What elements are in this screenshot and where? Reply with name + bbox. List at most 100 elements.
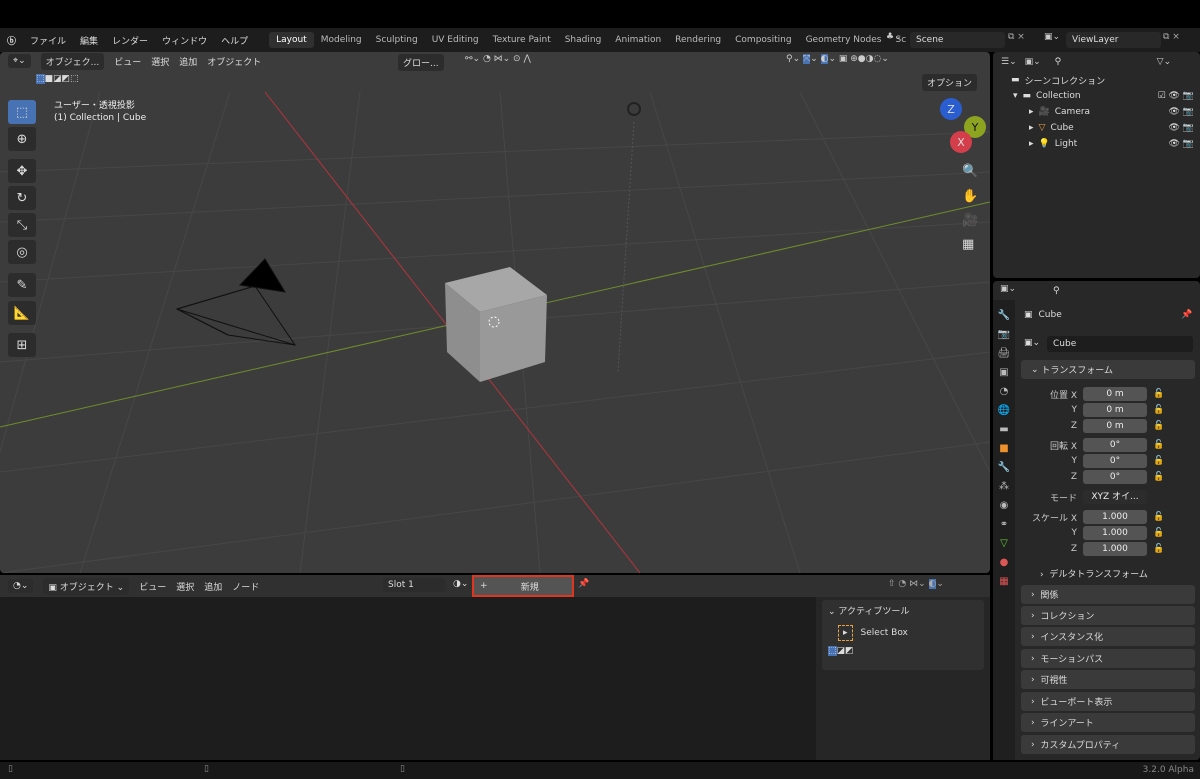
add-cube-tool-icon[interactable]: ⊞ (8, 333, 36, 357)
menu-view[interactable]: ビュー (114, 55, 141, 68)
section-line-art[interactable]: › ラインアート (1021, 713, 1195, 732)
lock-icon[interactable]: 🔓 (1153, 440, 1164, 450)
scene-copy-icon[interactable]: ⧉ × (1008, 32, 1025, 42)
material-tab-icon[interactable]: ● (1000, 557, 1009, 568)
scene-tab-icon[interactable]: ◔ (1000, 386, 1009, 397)
select-mode-icons[interactable]: ⬚■◪◩⬚ (36, 74, 79, 84)
annotate-tool-icon[interactable]: ✎ (8, 273, 36, 297)
scene-icon[interactable]: ♣⌄ (886, 32, 908, 42)
outliner-filter-layer-icon[interactable]: ▣⌄ (1025, 57, 1041, 67)
outliner-search-input[interactable]: ⚲ (1048, 54, 1139, 70)
mode-dropdown[interactable]: オブジェク... (40, 52, 105, 70)
menu-select[interactable]: 選択 (151, 55, 169, 68)
physics-tab-icon[interactable]: ◉ (1000, 500, 1009, 511)
view-layer-tab-icon[interactable]: ▣ (999, 367, 1008, 378)
tool-tab-icon[interactable]: 🔧 (998, 310, 1010, 321)
gizmo-x[interactable]: X (950, 131, 972, 153)
properties-search-input[interactable]: ⚲ (1047, 283, 1139, 299)
object-type-icon[interactable]: ▣⌄ (1024, 338, 1040, 348)
constraints-tab-icon[interactable]: ⚭ (1000, 519, 1008, 530)
object-tab-icon[interactable]: ■ (999, 443, 1008, 454)
move-tool-icon[interactable]: ✥ (8, 159, 36, 183)
outliner-display-icon[interactable]: ☰⌄ (1001, 57, 1017, 67)
tab-modeling[interactable]: Modeling (314, 32, 369, 48)
view-layer-field[interactable]: ViewLayer (1066, 32, 1161, 48)
outliner-item[interactable]: Camera (1055, 107, 1090, 117)
visibility-icons[interactable]: ☑ 👁 📷 (1158, 91, 1200, 101)
tab-texture-paint[interactable]: Texture Paint (486, 32, 558, 48)
options-dropdown[interactable]: オプション (922, 74, 978, 91)
transform-tool-icon[interactable]: ◎ (8, 240, 36, 264)
scene-collection-label[interactable]: シーンコレクション (1025, 74, 1106, 87)
lock-icon[interactable]: 🔓 (1153, 389, 1164, 399)
menu-file[interactable]: ファイル (23, 34, 73, 47)
delta-transform-subpanel[interactable]: › デルタトランスフォーム (1040, 567, 1148, 580)
lock-icon[interactable]: 🔓 (1153, 472, 1164, 482)
rotation-z-field[interactable]: 0° (1083, 470, 1147, 484)
menu-add[interactable]: 追加 (179, 55, 197, 68)
shading-icons[interactable]: ⚲⌄ ⤧⌄ ◐⌄ ▣ ⊕●◑◌⌄ (786, 54, 889, 64)
outliner-item[interactable]: Cube (1050, 123, 1073, 133)
lock-icon[interactable]: 🔓 (1153, 405, 1164, 415)
shader-menu-add[interactable]: 追加 (204, 580, 222, 593)
cursor-tool-icon[interactable]: ⊕ (8, 127, 36, 151)
filter-icon[interactable]: ▽⌄ (1157, 57, 1171, 67)
rotation-y-field[interactable]: 0° (1083, 454, 1147, 468)
section-instancing[interactable]: › インスタンス化 (1021, 627, 1195, 646)
pan-hand-icon[interactable]: ✋ (962, 189, 978, 204)
modifier-tab-icon[interactable]: 🔧 (998, 462, 1010, 473)
rotation-x-field[interactable]: 0° (1083, 438, 1147, 452)
shader-menu-view[interactable]: ビュー (139, 580, 166, 593)
measure-tool-icon[interactable]: 📐 (8, 301, 36, 325)
3d-viewport[interactable] (0, 52, 990, 573)
zoom-icon[interactable]: 🔍 (962, 164, 978, 179)
location-x-field[interactable]: 0 m (1083, 387, 1147, 401)
select-box-tool-icon[interactable]: ⬚ (8, 100, 36, 124)
material-browse-icon[interactable]: ◑⌄ (453, 579, 468, 589)
tab-layout[interactable]: Layout (269, 32, 314, 48)
object-name-field[interactable]: Cube (1047, 336, 1193, 352)
location-y-field[interactable]: 0 m (1083, 403, 1147, 417)
tab-shading[interactable]: Shading (558, 32, 609, 48)
select-mode-icons[interactable]: ⬚◪◩ (828, 646, 978, 656)
scale-tool-icon[interactable]: ⤡ (8, 213, 36, 237)
editor-type-icon[interactable]: ⌖⌄ (8, 54, 31, 68)
output-tab-icon[interactable]: 🖨 (998, 348, 1011, 359)
lock-icon[interactable]: 🔓 (1153, 528, 1164, 538)
menu-render[interactable]: レンダー (105, 34, 155, 47)
render-tab-icon[interactable]: 📷 (998, 329, 1010, 340)
shader-header-icons[interactable]: ⇧ ◔ ⋈⌄ ◐⌄ (888, 579, 944, 589)
lock-icon[interactable]: 🔓 (1153, 421, 1164, 431)
tab-sculpting[interactable]: Sculpting (369, 32, 425, 48)
lock-icon[interactable]: 🔓 (1153, 456, 1164, 466)
particles-tab-icon[interactable]: ⁂ (999, 481, 1009, 492)
view-layer-icon[interactable]: ▣⌄ (1044, 32, 1060, 42)
pin-icon[interactable]: 📌 (578, 579, 589, 589)
shader-menu-select[interactable]: 選択 (176, 580, 194, 593)
texture-tab-icon[interactable]: ▦ (999, 576, 1008, 587)
scale-z-field[interactable]: 1.000 (1083, 542, 1147, 556)
collection-label[interactable]: Collection (1036, 91, 1081, 101)
section-custom-properties[interactable]: › カスタムプロパティ (1021, 735, 1195, 754)
scale-x-field[interactable]: 1.000 (1083, 510, 1147, 524)
tab-rendering[interactable]: Rendering (668, 32, 728, 48)
tab-compositing[interactable]: Compositing (728, 32, 798, 48)
scale-y-field[interactable]: 1.000 (1083, 526, 1147, 540)
properties-editor-type-icon[interactable]: ▣⌄ (1000, 284, 1016, 294)
pin-icon[interactable]: 📌 (1181, 310, 1192, 320)
slot-dropdown[interactable]: Slot 1 (383, 578, 445, 592)
shader-menu-node[interactable]: ノード (232, 580, 259, 593)
menu-window[interactable]: ウィンドウ (155, 34, 214, 47)
node-editor-canvas[interactable] (0, 597, 816, 760)
rotation-mode-dropdown[interactable]: XYZ オイ... (1083, 490, 1147, 504)
tab-geometry-nodes[interactable]: Geometry Nodes (799, 32, 889, 48)
view-layer-copy-icon[interactable]: ⧉ × (1163, 32, 1180, 42)
menu-edit[interactable]: 編集 (73, 34, 105, 47)
data-tab-icon[interactable]: ▽ (1000, 538, 1008, 549)
blender-logo-icon[interactable]: ⓑ (0, 34, 23, 47)
lock-icon[interactable]: 🔓 (1153, 544, 1164, 554)
scene-field[interactable]: Scene (910, 32, 1005, 48)
expand-icon[interactable]: ▾ (1013, 91, 1018, 101)
tab-animation[interactable]: Animation (608, 32, 668, 48)
outliner-item[interactable]: Light (1055, 139, 1077, 149)
